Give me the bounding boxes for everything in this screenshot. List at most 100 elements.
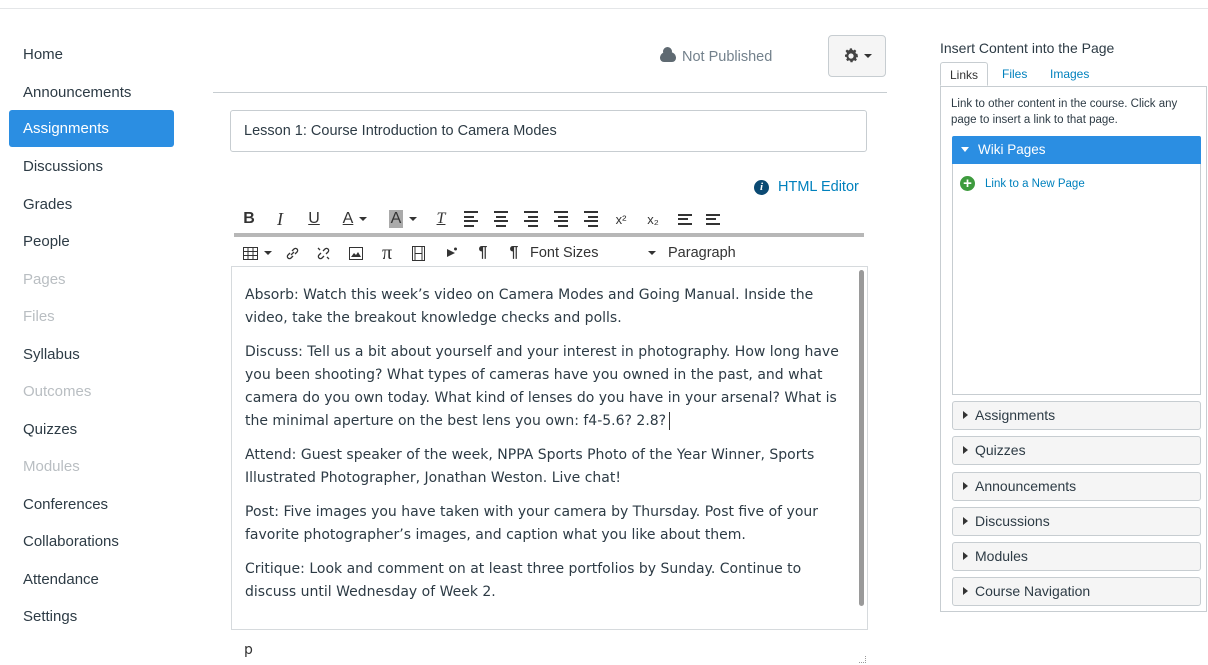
record-media-button[interactable] — [434, 240, 468, 266]
html-editor-label: HTML Editor — [778, 179, 859, 195]
align-right-icon — [524, 211, 538, 227]
accordion-discussions[interactable]: Discussions — [952, 507, 1201, 536]
link-to-new-page[interactable]: + Link to a New Page — [960, 176, 1085, 191]
ltr-button[interactable]: ¶ — [468, 240, 498, 266]
sidebar-title: Insert Content into the Page — [940, 40, 1115, 56]
header-divider — [213, 92, 887, 93]
accordion-course-navigation[interactable]: Course Navigation — [952, 577, 1201, 606]
image-button[interactable] — [340, 240, 372, 266]
nav-item-conferences[interactable]: Conferences — [9, 486, 174, 524]
text-color-button[interactable]: A — [330, 206, 380, 232]
nav-item-people[interactable]: People — [9, 223, 174, 261]
chevron-down-icon — [263, 251, 272, 255]
bold-button[interactable]: B — [236, 206, 262, 232]
underline-button[interactable]: U — [298, 206, 330, 232]
nav-item-files[interactable]: Files — [9, 298, 174, 336]
nav-item-assignments[interactable]: Assignments — [9, 110, 174, 147]
align-left-icon — [464, 211, 478, 227]
nav-item-announcements[interactable]: Announcements — [9, 74, 174, 112]
settings-menu-button[interactable] — [828, 35, 886, 77]
bullet-list-button[interactable] — [670, 206, 700, 232]
editor-content[interactable]: Absorb: Watch this week’s video on Camer… — [232, 267, 867, 604]
editor-toolbar-insert: π ¶ ¶ Font Sizes Paragraph — [236, 240, 866, 266]
italic-button[interactable]: I — [262, 206, 298, 232]
editor-scrollbar[interactable] — [859, 270, 864, 606]
tab-files[interactable]: Files — [1002, 62, 1027, 86]
nav-item-syllabus[interactable]: Syllabus — [9, 336, 174, 374]
link-button[interactable] — [278, 240, 306, 266]
background-color-button[interactable]: A — [380, 206, 426, 232]
caret-right-icon — [963, 482, 968, 491]
html-editor-toggle[interactable]: i HTML Editor — [754, 179, 859, 195]
element-path[interactable]: p — [244, 642, 253, 658]
media-record-icon — [447, 247, 457, 257]
add-icon: + — [960, 176, 975, 191]
rtl-button[interactable]: ¶ — [498, 240, 530, 266]
image-icon — [349, 246, 363, 260]
nav-item-outcomes[interactable]: Outcomes — [9, 373, 174, 411]
nav-item-pages[interactable]: Pages — [9, 261, 174, 299]
nav-item-settings[interactable]: Settings — [9, 598, 174, 636]
indent-button[interactable] — [576, 206, 606, 232]
numbered-list-icon — [706, 213, 720, 225]
unlink-button[interactable] — [306, 240, 340, 266]
chevron-down-icon — [648, 251, 656, 255]
paragraph-absorb: Absorb: Watch this week’s video on Camer… — [245, 287, 814, 326]
sidebar-tabs: Links Files Images — [940, 62, 1207, 87]
accordion-label: Course Navigation — [975, 583, 1091, 599]
text-color-icon: A — [342, 210, 354, 227]
text-cursor — [669, 412, 671, 430]
paragraph-post: Post: Five images you have taken with yo… — [245, 504, 819, 543]
link-icon — [286, 247, 298, 259]
bullet-list-icon — [678, 213, 692, 225]
paragraph-discuss-text: Discuss: Tell us a bit about yourself an… — [245, 344, 839, 429]
accordion-label: Quizzes — [975, 442, 1026, 458]
subscript-button[interactable]: x₂ — [636, 206, 670, 232]
resize-handle[interactable] — [859, 656, 866, 663]
tab-images[interactable]: Images — [1050, 62, 1089, 86]
align-left-button[interactable] — [456, 206, 486, 232]
page-title-input[interactable] — [230, 110, 867, 152]
tab-links[interactable]: Links — [940, 62, 988, 86]
nav-item-attendance[interactable]: Attendance — [9, 561, 174, 599]
superscript-button[interactable]: x² — [606, 206, 636, 232]
accordion-assignments[interactable]: Assignments — [952, 401, 1201, 430]
accordion-wiki-pages[interactable]: Wiki Pages — [952, 136, 1201, 164]
paragraph-discuss: Discuss: Tell us a bit about yourself an… — [245, 341, 849, 433]
chevron-down-icon — [864, 54, 872, 58]
accordion-label: Discussions — [975, 513, 1050, 529]
accordion-quizzes[interactable]: Quizzes — [952, 436, 1201, 465]
clear-formatting-button[interactable]: T — [426, 206, 456, 232]
caret-right-icon — [963, 552, 968, 561]
caret-right-icon — [963, 411, 968, 420]
caret-right-icon — [963, 517, 968, 526]
align-center-button[interactable] — [486, 206, 516, 232]
align-center-icon — [494, 211, 508, 227]
nav-item-discussions[interactable]: Discussions — [9, 148, 174, 186]
media-button[interactable] — [402, 240, 434, 266]
nav-item-collaborations[interactable]: Collaborations — [9, 523, 174, 561]
publish-status-label: Not Published — [682, 49, 773, 65]
nav-item-modules[interactable]: Modules — [9, 448, 174, 486]
table-button[interactable] — [236, 240, 278, 266]
nav-item-home[interactable]: Home — [9, 36, 174, 74]
table-icon — [242, 246, 258, 260]
nav-item-grades[interactable]: Grades — [9, 186, 174, 224]
link-to-new-page-label: Link to a New Page — [985, 177, 1085, 190]
accordion-modules[interactable]: Modules — [952, 542, 1201, 571]
editor-toolbar-formatting: B I U A A T x² x₂ — [236, 206, 866, 232]
caret-right-icon — [963, 587, 968, 596]
rich-content-editor[interactable]: Absorb: Watch this week’s video on Camer… — [231, 266, 868, 630]
paragraph-format-select[interactable]: Paragraph — [668, 240, 748, 266]
align-right-button[interactable] — [516, 206, 546, 232]
numbered-list-button[interactable] — [700, 206, 726, 232]
font-sizes-select[interactable]: Font Sizes — [530, 240, 668, 266]
nav-item-quizzes[interactable]: Quizzes — [9, 411, 174, 449]
accordion-label: Announcements — [975, 478, 1077, 494]
math-equation-button[interactable]: π — [372, 240, 402, 266]
font-sizes-label: Font Sizes — [530, 245, 599, 261]
course-nav: Home Announcements Assignments Discussio… — [9, 36, 174, 636]
accordion-announcements[interactable]: Announcements — [952, 472, 1201, 501]
accordion-label: Modules — [975, 548, 1028, 564]
outdent-button[interactable] — [546, 206, 576, 232]
